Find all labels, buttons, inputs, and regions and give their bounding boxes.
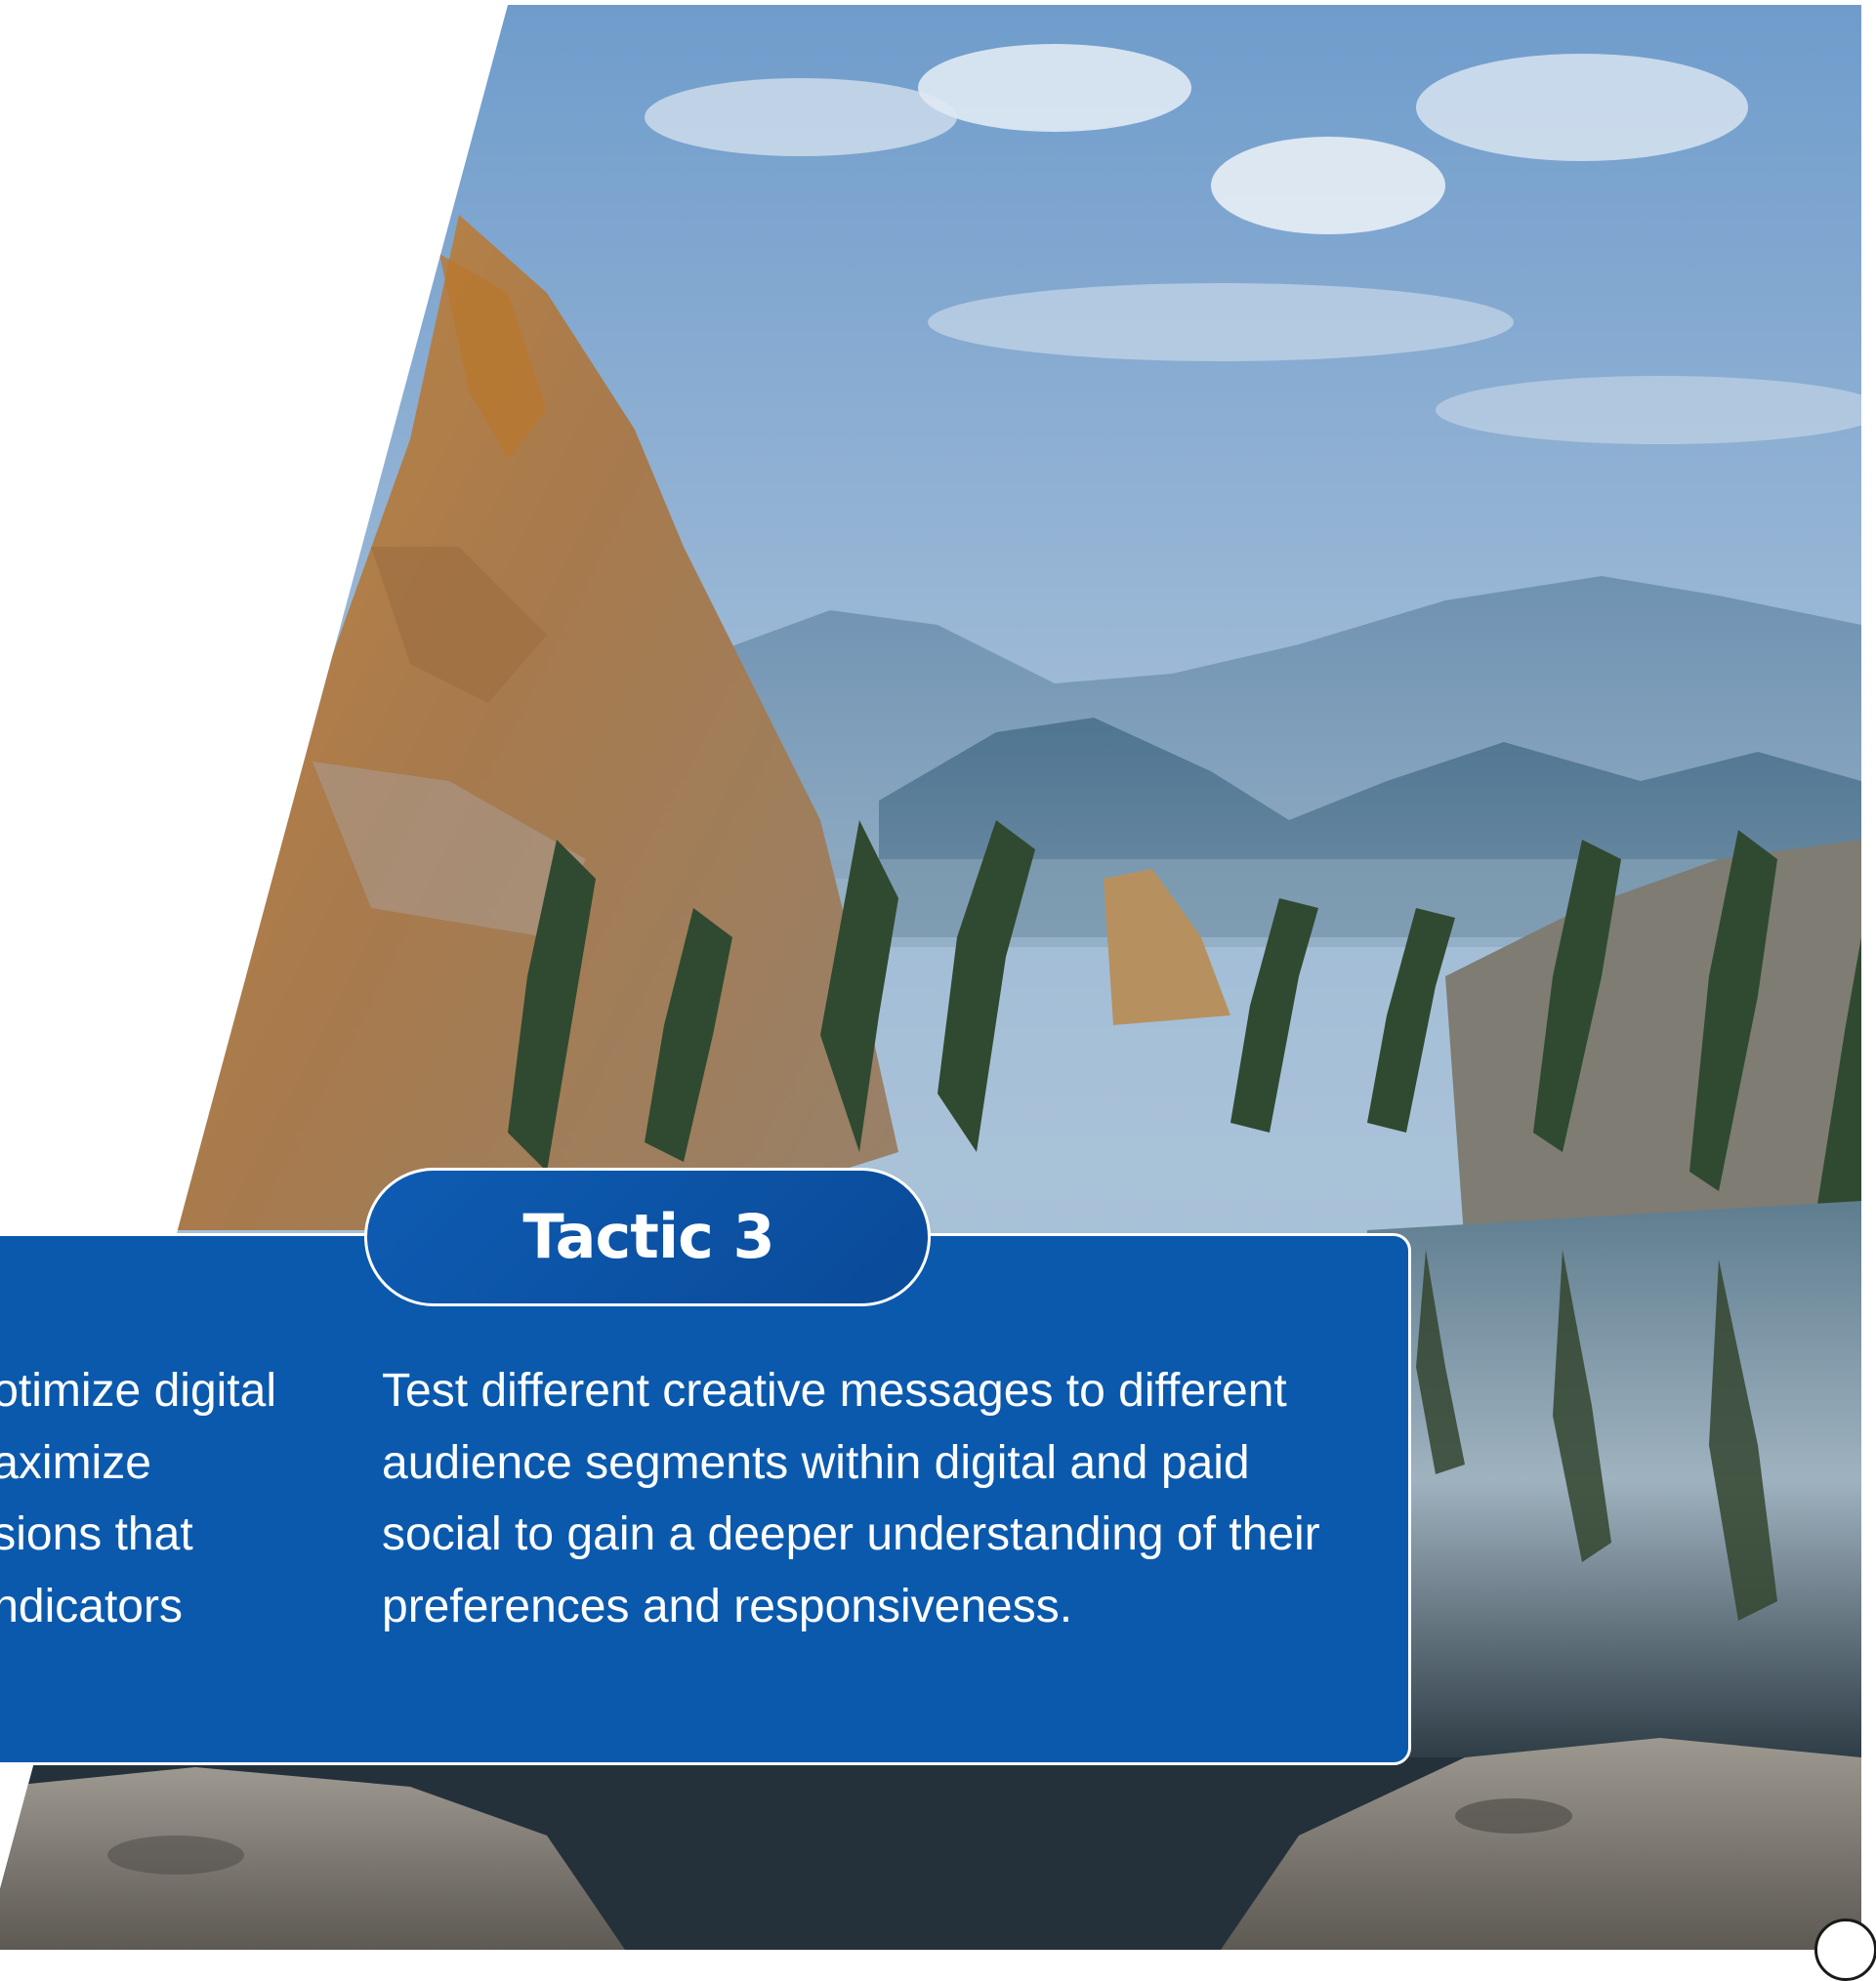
previous-card-text: otimize digital aximize sions that ndica… bbox=[0, 1355, 276, 1642]
previous-card-line: aximize bbox=[0, 1436, 151, 1489]
previous-card-line: sions that bbox=[0, 1508, 193, 1560]
tactic-title-tab: Tactic 3 bbox=[364, 1168, 931, 1306]
previous-card-line: ndicators bbox=[0, 1580, 183, 1632]
tactic-description: Test different creative messages to diff… bbox=[382, 1365, 1320, 1632]
tactic-title: Tactic 3 bbox=[522, 1201, 774, 1272]
previous-card-line: otimize digital bbox=[0, 1365, 276, 1417]
page-number-badge bbox=[1814, 1919, 1876, 1981]
